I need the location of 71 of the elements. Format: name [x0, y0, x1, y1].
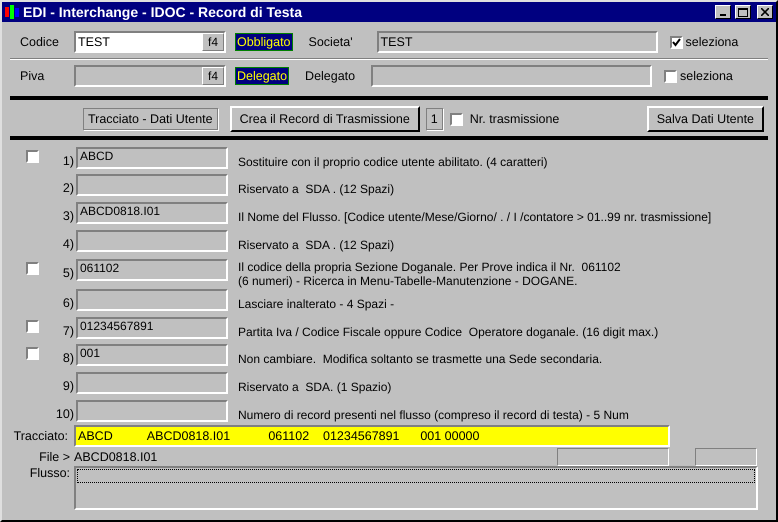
checkbox[interactable] — [26, 320, 39, 333]
field-label: File > — [38, 450, 71, 464]
record-number: 4) — [62, 236, 74, 251]
input-field[interactable]: f4 — [74, 65, 226, 87]
input-field[interactable]: TEST f4 — [74, 31, 226, 53]
field-label: Tracciato: — [12, 429, 69, 444]
app-icon — [5, 5, 19, 19]
record-number: 9) — [62, 378, 74, 393]
flow-text-area[interactable] — [74, 466, 758, 510]
field-label: Flusso: — [28, 466, 71, 480]
record-number: 8) — [62, 350, 74, 366]
minimize-button[interactable] — [715, 5, 731, 19]
close-icon — [761, 8, 769, 16]
record-number: 2) — [62, 180, 74, 196]
field-description: Riservato a SDA . (12 Spazi) — [238, 236, 394, 252]
checkbox[interactable] — [450, 112, 463, 126]
field-description: Il codice della propria Sezione Doganale. Per Prove indica il Nr. 061102 (6 numeri) - Ricerca in Menu-Tabelle-Manutenzione - DOGANE. — [238, 259, 621, 288]
record-number: 3) — [62, 208, 74, 223]
record-number: 7) — [62, 322, 74, 338]
record-number: 1) — [62, 152, 74, 168]
input-field[interactable]: TEST — [376, 31, 658, 53]
status-badge: Delegato — [235, 67, 290, 85]
check-icon — [672, 38, 681, 46]
maximize-button[interactable] — [735, 5, 751, 19]
field-label: Piva — [19, 69, 46, 83]
record-number: 5) — [62, 265, 74, 280]
field-label: Societa' — [308, 35, 354, 49]
checkbox[interactable] — [664, 70, 678, 82]
record-preview-field: ABCD ABCD0818.I01 061102 01234567891 001 00000 — [74, 425, 670, 448]
record-number: 6) — [62, 295, 74, 310]
input-field[interactable]: 061102 — [76, 259, 228, 282]
input-field[interactable] — [76, 174, 228, 196]
record-number: 10) — [54, 406, 74, 421]
checkbox[interactable] — [26, 150, 39, 163]
input-field[interactable]: ABCD0818.I01 — [76, 202, 228, 224]
layout-label: Tracciato - Dati Utente — [83, 108, 218, 130]
input-field[interactable]: 001 — [76, 344, 228, 366]
field-label: Codice — [19, 35, 60, 49]
lookup-button[interactable]: f4 — [202, 33, 224, 51]
input-field[interactable]: ABCD — [76, 146, 228, 169]
checkbox-label: Nr. trasmissione — [470, 112, 560, 126]
input-field[interactable] — [76, 230, 228, 252]
transmission-count: 1 — [426, 108, 443, 130]
input-field[interactable]: 01234567891 — [76, 316, 228, 339]
checkbox[interactable] — [26, 347, 39, 360]
field-description: Sostituire con il proprio codice utente abilitato. (4 caratteri) — [238, 154, 548, 169]
checkbox-label: seleziona — [686, 35, 738, 49]
file-name: ABCD0818.I01 — [74, 450, 158, 464]
checkbox-label: seleziona — [680, 69, 733, 83]
field-description: Il Nome del Flusso. [Codice utente/Mese/Giorno/ . / I /contatore > 01..99 nr. trasmissione] — [238, 208, 712, 224]
save-button[interactable]: Salva Dati Utente — [646, 106, 764, 132]
window-title: EDI - Interchange - IDOC - Record di Testa — [23, 4, 304, 20]
create-record-button[interactable]: Crea il Record di Trasmissione — [230, 106, 420, 132]
field-description: Numero di record presenti nel flusso (compreso il record di testa) - 5 Num — [238, 406, 629, 422]
empty-field — [695, 448, 757, 466]
field-description: Riservato a SDA. (1 Spazio) — [238, 378, 392, 394]
input-field[interactable] — [76, 289, 228, 312]
field-description: Non cambiare. Modifica soltanto se trasmette una Sede secondaria. — [238, 351, 602, 366]
checkbox[interactable] — [670, 36, 683, 48]
input-field[interactable] — [76, 400, 228, 422]
field-label: Delegato — [305, 69, 356, 83]
lookup-button[interactable]: f4 — [202, 67, 224, 85]
field-description: Riservato a SDA . (12 Spazi) — [238, 181, 394, 196]
field-description: Partita Iva / Codice Fiscale oppure Codice Operatore doganale. (16 digit max.) — [238, 324, 658, 339]
checkbox[interactable] — [26, 262, 39, 276]
field-description: Lasciare inalterato - 4 Spazi - — [238, 296, 394, 312]
input-field[interactable] — [371, 65, 652, 87]
maximize-icon — [738, 8, 748, 16]
status-badge: Obbligato — [235, 33, 293, 51]
close-button[interactable] — [757, 5, 773, 19]
input-field[interactable] — [76, 372, 228, 394]
